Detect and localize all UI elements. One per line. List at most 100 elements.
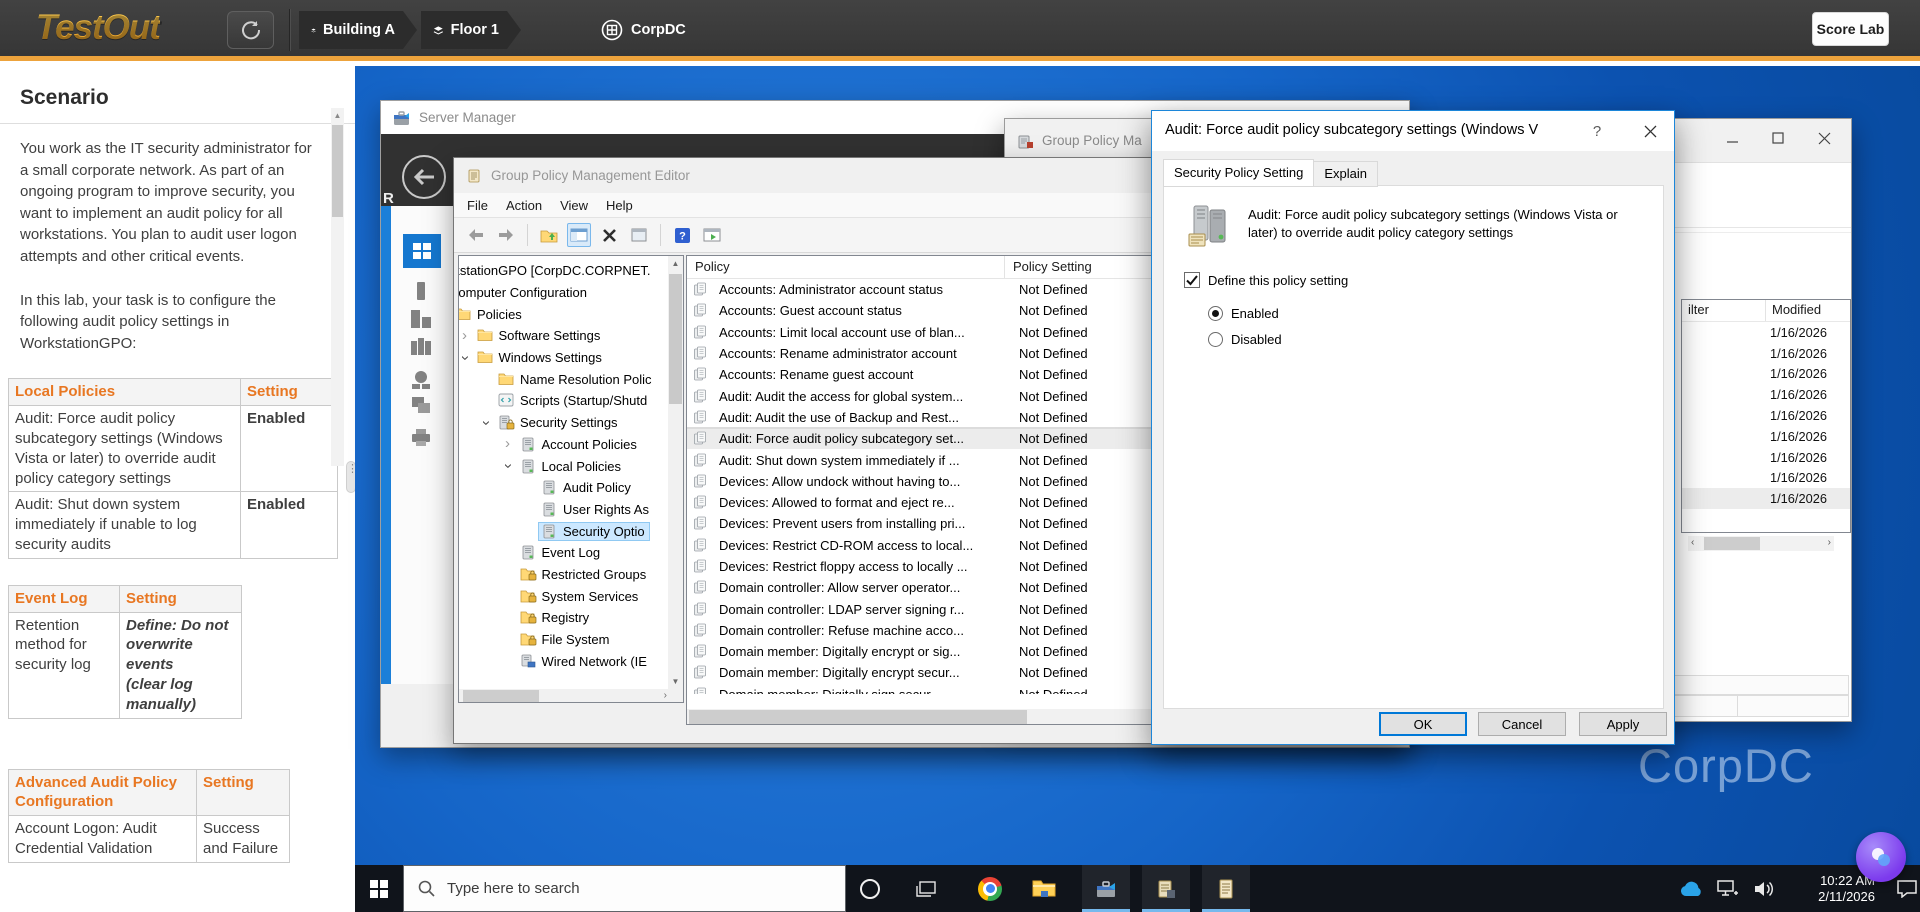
tree-item[interactable]: User Rights As <box>519 499 670 521</box>
breadcrumb-corpdc[interactable]: CorpDC <box>601 11 686 49</box>
start-button[interactable] <box>355 865 403 912</box>
panel-scrollbar[interactable]: ▲ <box>331 108 344 466</box>
tree-expander-open-icon[interactable]: › <box>459 348 472 368</box>
radio-selected-icon[interactable] <box>1208 306 1223 321</box>
sidebar-local-server-icon[interactable] <box>409 281 433 301</box>
gpo-list-row[interactable]: 1/16/2026 <box>1682 322 1850 343</box>
checkbox-checked-icon[interactable] <box>1184 272 1200 288</box>
cortana-button[interactable] <box>846 865 894 912</box>
gpm-taskbar-button[interactable] <box>1142 865 1190 912</box>
gpo-list-row[interactable]: 1/16/2026 <box>1682 343 1850 364</box>
file-explorer-button[interactable] <box>1020 865 1068 912</box>
show-console-tree-icon[interactable] <box>567 223 591 247</box>
tree-item[interactable]: Wired Network (IE <box>498 650 671 672</box>
tree-item[interactable]: ›Account Policies <box>498 434 671 456</box>
gpo-list-row[interactable]: 1/16/2026 <box>1682 384 1850 405</box>
gpo-list-row[interactable]: 1/16/2026 <box>1682 426 1850 447</box>
policy-column-header[interactable]: Policy <box>687 256 1005 278</box>
cancel-button[interactable]: Cancel <box>1478 712 1566 736</box>
tree-expander-closed-icon[interactable]: › <box>498 437 518 451</box>
forward-icon[interactable] <box>494 223 518 247</box>
radio-option[interactable]: Disabled <box>1208 332 1282 347</box>
export-list-icon[interactable] <box>537 223 561 247</box>
scroll-right-icon[interactable]: › <box>1828 537 1831 548</box>
filter-column-header[interactable]: ilter <box>1682 300 1766 321</box>
dialog-help-button[interactable]: ? <box>1576 111 1618 151</box>
tree-item[interactable]: ›Windows Settings <box>459 347 670 369</box>
tree-item[interactable]: Event Log <box>498 542 671 564</box>
close-button[interactable] <box>1801 121 1847 155</box>
tree-item[interactable]: File System <box>498 629 671 651</box>
maximize-button[interactable] <box>1755 121 1801 155</box>
sidebar-all-servers-icon[interactable] <box>409 309 433 329</box>
scroll-right-icon[interactable]: › <box>664 690 667 701</box>
scroll-left-icon[interactable]: ‹ <box>1691 537 1694 548</box>
gpo-list-horizontal-scrollbar[interactable]: ‹ › <box>1688 536 1834 551</box>
tree-expander-closed-icon[interactable]: › <box>459 329 475 343</box>
sidebar-ad-icon[interactable] <box>409 370 433 390</box>
tree-item[interactable]: Restricted Groups <box>498 564 671 586</box>
sidebar-dashboard-tile[interactable] <box>403 234 441 268</box>
tree-item[interactable]: Registry <box>498 607 671 629</box>
tree-item[interactable]: rkstationGPO [CorpDC.CORPNET. <box>459 260 670 282</box>
back-icon[interactable] <box>464 223 488 247</box>
sidebar-server-groups-icon[interactable] <box>409 337 433 357</box>
task-view-button[interactable] <box>902 865 950 912</box>
apply-button[interactable]: Apply <box>1579 712 1667 736</box>
gpo-list-row[interactable]: 1/16/2026 <box>1682 405 1850 426</box>
tree-item[interactable]: Name Resolution Polic <box>476 368 670 390</box>
define-policy-row[interactable]: Define this policy setting <box>1184 272 1348 288</box>
scrollbar-thumb[interactable] <box>669 274 682 404</box>
onedrive-tray-icon[interactable] <box>1675 865 1709 912</box>
standard-view-icon[interactable] <box>700 223 724 247</box>
sidebar-file-storage-icon[interactable] <box>409 395 433 415</box>
gpo-list-row[interactable]: 1/16/2026 <box>1682 447 1850 468</box>
ok-button[interactable]: OK <box>1379 712 1467 736</box>
menu-action[interactable]: Action <box>497 195 551 216</box>
scrollbar-thumb[interactable] <box>463 690 539 703</box>
menu-view[interactable]: View <box>551 195 597 216</box>
tree-expander-open-icon[interactable]: › <box>479 413 493 433</box>
scrollbar-thumb[interactable] <box>1704 537 1760 550</box>
network-tray-icon[interactable] <box>1711 865 1745 912</box>
delete-icon[interactable] <box>597 223 621 247</box>
sidebar-printer-icon[interactable] <box>409 427 433 447</box>
modified-column-header[interactable]: Modified <box>1766 300 1821 321</box>
policy-setting-column-header[interactable]: Policy Setting <box>1005 256 1092 278</box>
menu-help[interactable]: Help <box>597 195 642 216</box>
tree-expander-open-icon[interactable]: › <box>501 456 515 476</box>
gpo-list-row[interactable]: 1/16/2026 <box>1682 468 1850 489</box>
tree-item[interactable]: ›Local Policies <box>498 455 671 477</box>
tree-item[interactable]: Security Optio <box>519 520 670 542</box>
scroll-down-icon[interactable]: ▼ <box>668 677 683 686</box>
server-manager-taskbar-button[interactable] <box>1082 865 1130 912</box>
gpme-taskbar-button[interactable] <box>1202 865 1250 912</box>
tree-item[interactable]: ›Software Settings <box>459 325 670 347</box>
chrome-button[interactable] <box>966 865 1014 912</box>
score-lab-button[interactable]: Score Lab <box>1812 12 1889 46</box>
tree-item[interactable]: Computer Configuration <box>459 282 670 304</box>
radio-unselected-icon[interactable] <box>1208 332 1223 347</box>
breadcrumb-building-a[interactable]: Building A <box>299 11 417 49</box>
tree-horizontal-scrollbar[interactable]: › <box>459 689 684 703</box>
assistant-floating-button[interactable] <box>1856 832 1906 882</box>
refresh-button[interactable] <box>227 11 274 49</box>
tree-item[interactable]: System Services <box>498 585 671 607</box>
tree-item[interactable]: Policies <box>459 303 670 325</box>
radio-option[interactable]: Enabled <box>1208 306 1282 321</box>
tab-security-policy-setting[interactable]: Security Policy Setting <box>1163 159 1314 187</box>
tree-item[interactable]: Scripts (Startup/Shutd <box>476 390 670 412</box>
scroll-up-icon[interactable]: ▲ <box>331 108 344 123</box>
minimize-button[interactable] <box>1709 121 1755 155</box>
scroll-up-icon[interactable]: ▲ <box>668 259 683 268</box>
breadcrumb-floor-1[interactable]: Floor 1 <box>421 11 521 49</box>
policy-properties-dialog[interactable]: Audit: Force audit policy subcategory se… <box>1151 110 1675 745</box>
tree-vertical-scrollbar[interactable]: ▲ ▼ <box>668 256 683 689</box>
tree-item[interactable]: ›Security Settings <box>476 412 670 434</box>
help-icon[interactable]: ? <box>670 223 694 247</box>
taskbar-search-box[interactable]: Type here to search <box>403 865 846 912</box>
volume-tray-icon[interactable] <box>1747 865 1781 912</box>
menu-file[interactable]: File <box>458 195 497 216</box>
tree-item[interactable]: Audit Policy <box>519 477 670 499</box>
scrollbar-thumb[interactable] <box>332 125 343 217</box>
